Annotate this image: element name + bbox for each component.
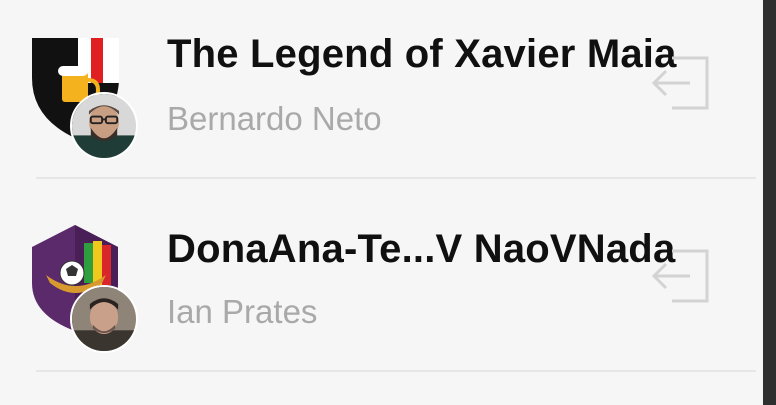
row-divider xyxy=(36,370,756,372)
team-list-item[interactable]: DonaAna-Te...V NaoVNada Ian Prates xyxy=(0,193,763,383)
screen-edge xyxy=(763,0,776,405)
row-divider xyxy=(36,177,756,179)
exit-icon[interactable] xyxy=(650,55,712,111)
team-list: The Legend of Xavier Maia Bernardo Neto xyxy=(0,0,763,405)
user-avatar-icon xyxy=(70,92,138,160)
exit-icon[interactable] xyxy=(650,248,712,304)
team-badge xyxy=(28,223,140,353)
team-name: DonaAna-Te...V NaoVNada xyxy=(167,227,676,271)
owner-name: Ian Prates xyxy=(167,293,318,330)
user-avatar-icon xyxy=(70,285,138,353)
team-list-item[interactable]: The Legend of Xavier Maia Bernardo Neto xyxy=(0,0,763,190)
team-badge xyxy=(28,30,140,160)
team-list-screen: The Legend of Xavier Maia Bernardo Neto xyxy=(0,0,776,405)
owner-name: Bernardo Neto xyxy=(167,100,382,137)
team-name: The Legend of Xavier Maia xyxy=(167,32,677,76)
